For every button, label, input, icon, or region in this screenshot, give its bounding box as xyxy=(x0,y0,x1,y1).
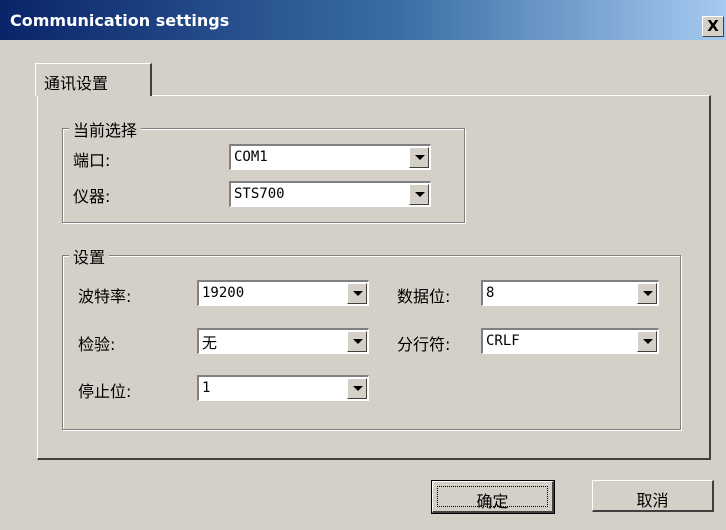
parity-select[interactable]: 无 xyxy=(197,328,369,354)
chevron-down-icon xyxy=(353,386,363,391)
baud-rate-dropdown-button[interactable] xyxy=(347,283,367,304)
cancel-button-label: 取消 xyxy=(636,491,669,510)
data-bits-dropdown-button[interactable] xyxy=(637,283,657,304)
data-bits-label: 数据位: xyxy=(397,287,451,306)
baud-rate-select[interactable]: 19200 xyxy=(197,280,369,306)
communication-settings-dialog: Communication settings X 通讯设置 当前选择 端口: C… xyxy=(0,0,726,530)
instrument-select[interactable]: STS700 xyxy=(229,181,431,207)
current-selection-group: 当前选择 xyxy=(62,117,465,223)
chevron-down-icon xyxy=(353,291,363,296)
data-bits-value: 8 xyxy=(486,285,495,301)
parity-dropdown-button[interactable] xyxy=(347,331,367,352)
data-bits-select[interactable]: 8 xyxy=(481,280,659,306)
instrument-dropdown-button[interactable] xyxy=(409,184,429,205)
ok-button-label: 确定 xyxy=(476,492,509,511)
line-separator-select[interactable]: CRLF xyxy=(481,328,659,354)
stop-bits-dropdown-button[interactable] xyxy=(347,378,367,399)
port-select[interactable]: COM1 xyxy=(229,144,431,170)
tab-communication-settings[interactable]: 通讯设置 xyxy=(35,63,152,96)
cancel-button[interactable]: 取消 xyxy=(592,480,714,512)
line-separator-dropdown-button[interactable] xyxy=(637,331,657,352)
chevron-down-icon xyxy=(415,192,425,197)
port-label: 端口: xyxy=(73,151,111,170)
stop-bits-label: 停止位: xyxy=(78,382,132,401)
baud-rate-label: 波特率: xyxy=(78,287,132,306)
current-selection-legend: 当前选择 xyxy=(69,117,142,141)
port-value: COM1 xyxy=(234,149,268,165)
close-button[interactable]: X xyxy=(702,16,724,37)
tab-label: 通讯设置 xyxy=(44,74,109,93)
chevron-down-icon xyxy=(415,155,425,160)
port-dropdown-button[interactable] xyxy=(409,147,429,168)
parity-value: 无 xyxy=(202,334,218,352)
close-icon: X xyxy=(707,17,719,35)
parity-label: 检验: xyxy=(78,335,116,354)
settings-legend: 设置 xyxy=(69,244,110,268)
stop-bits-select[interactable]: 1 xyxy=(197,375,369,401)
window-title: Communication settings xyxy=(10,11,230,30)
chevron-down-icon xyxy=(643,291,653,296)
stop-bits-value: 1 xyxy=(202,380,211,396)
line-separator-value: CRLF xyxy=(486,333,520,349)
ok-button[interactable]: 确定 xyxy=(431,480,555,514)
chevron-down-icon xyxy=(643,339,653,344)
baud-rate-value: 19200 xyxy=(202,285,245,301)
instrument-label: 仪器: xyxy=(73,187,111,206)
title-bar[interactable]: Communication settings X xyxy=(0,0,726,40)
chevron-down-icon xyxy=(353,339,363,344)
line-separator-label: 分行符: xyxy=(397,335,451,354)
instrument-value: STS700 xyxy=(234,186,285,202)
